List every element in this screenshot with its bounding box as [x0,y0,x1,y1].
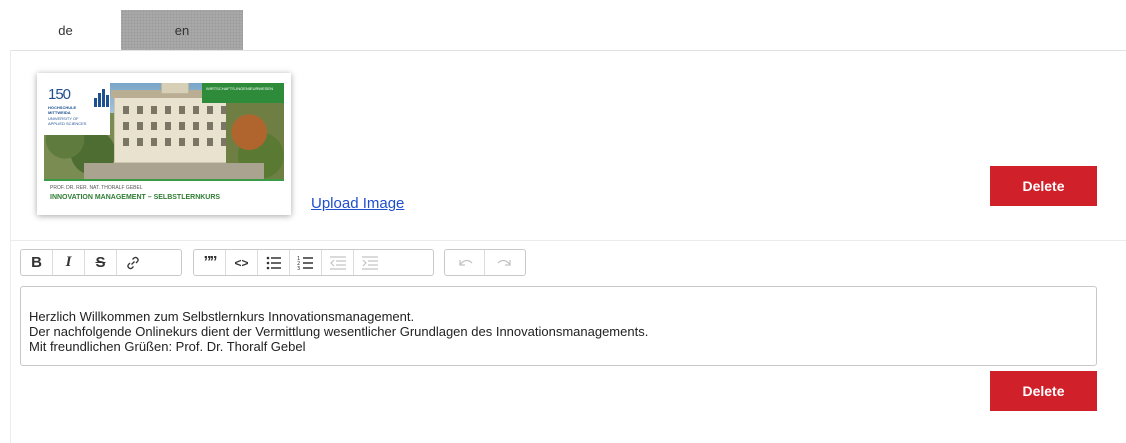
outdent-icon [329,255,347,271]
banner-author: PROF. DR. RER. NAT. THORALF GEBEL [50,185,143,191]
italic-button[interactable]: I [53,250,85,275]
bullet-list-button[interactable] [258,250,290,275]
undo-button[interactable] [445,250,485,275]
blockquote-button[interactable]: ”” [194,250,226,275]
blockquote-icon: ”” [203,253,218,271]
numbered-list-icon: 123 [297,255,315,271]
code-button[interactable]: <> [226,250,258,275]
link-button[interactable] [117,250,149,275]
logo-number: 150 [48,86,71,103]
indent-button[interactable] [354,250,386,275]
history-group [444,249,526,276]
tab-de-label: de [58,22,73,38]
faculty-badge: WIRTSCHAFTS-INGENIEURWESEN [202,83,284,103]
delete-text-button[interactable]: Delete [990,371,1097,411]
tab-en-label: en [174,22,190,38]
language-tabs: de en [10,10,1126,51]
svg-text:3: 3 [297,266,300,271]
outdent-button[interactable] [322,250,354,275]
bullet-list-icon [265,255,283,271]
formatting-group: B I S [20,249,182,276]
image-thumbnail: 150 HOCHSCHULE MITTWEIDA UNIVERSITY OF A… [37,73,291,215]
indent-icon [361,255,379,271]
university-logo: 150 HOCHSCHULE MITTWEIDA UNIVERSITY OF A… [44,83,110,135]
link-icon [125,255,141,271]
editor-line: Der nachfolgende Onlinekurs dient der Ve… [29,324,649,339]
course-banner-image: 150 HOCHSCHULE MITTWEIDA UNIVERSITY OF A… [44,83,284,205]
redo-icon [496,256,514,270]
delete-image-button[interactable]: Delete [990,166,1097,206]
strikethrough-icon: S [95,254,106,271]
logo-bars-icon [94,89,109,107]
strikethrough-button[interactable]: S [85,250,117,275]
rich-text-editor[interactable]: Herzlich Willkommen zum Selbstlernkurs I… [20,286,1097,366]
undo-icon [456,256,474,270]
section-divider [10,240,1126,241]
italic-icon: I [65,254,72,270]
bold-icon: B [31,254,42,271]
bold-button[interactable]: B [21,250,53,275]
redo-button[interactable] [485,250,525,275]
building-photo: 150 HOCHSCHULE MITTWEIDA UNIVERSITY OF A… [44,83,284,179]
tab-en[interactable]: en [121,10,243,50]
upload-image-link[interactable]: Upload Image [311,195,404,212]
editor-line: Mit freundlichen Grüßen: Prof. Dr. Thora… [29,339,306,354]
editor-line: Herzlich Willkommen zum Selbstlernkurs I… [29,309,415,324]
banner-title: INNOVATION MANAGEMENT – SELBSTLERNKURS [50,194,221,201]
tab-de[interactable]: de [10,10,121,50]
numbered-list-button[interactable]: 123 [290,250,322,275]
block-group: ”” <> 123 [193,249,434,276]
code-icon: <> [234,255,249,270]
